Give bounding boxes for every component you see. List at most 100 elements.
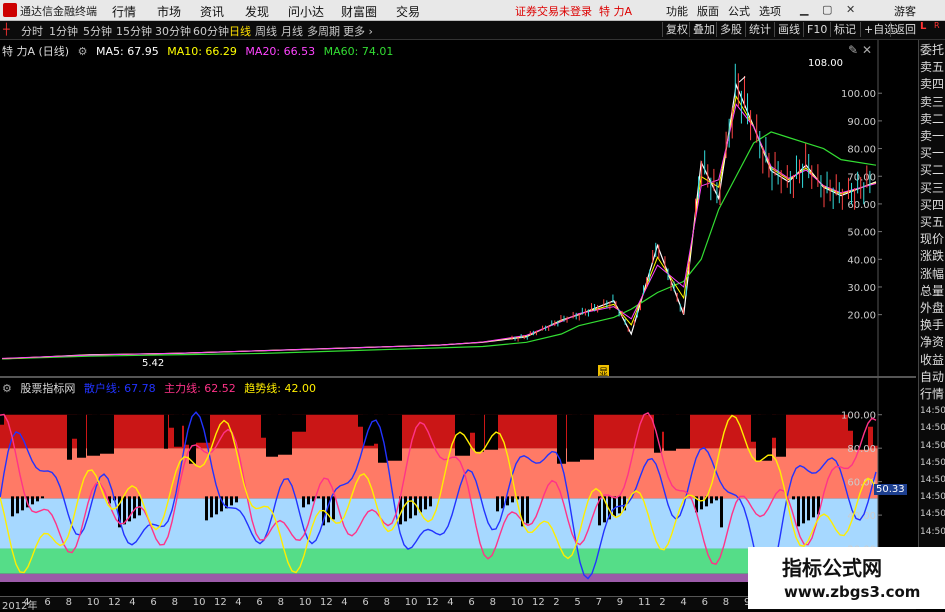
side-item[interactable]: 14:50 — [920, 420, 945, 436]
histogram-gap — [771, 414, 786, 438]
side-item[interactable]: 买一 — [920, 145, 945, 161]
menu-wenxiaoda[interactable]: 问小达 — [288, 3, 324, 20]
watermark-banner: 指标公式网 www.zbgs3.com — [748, 547, 945, 609]
btn-fanhui[interactable]: 返回 — [890, 22, 919, 37]
side-item[interactable]: 14:50 — [920, 438, 945, 454]
btn-f10[interactable]: F10 — [803, 22, 830, 37]
date-tick-label: 4 — [341, 597, 348, 608]
histogram-gap — [807, 496, 810, 521]
date-tick-label: 10 — [192, 597, 206, 608]
main-chart-panel[interactable]: 20.00 30.00 40.00 50.00 60.00 70.00 80.00 90.00… — [0, 40, 916, 378]
side-item[interactable]: 14:50 — [920, 455, 945, 471]
period-1min[interactable]: 1分钟 — [49, 23, 78, 39]
period-fenshi[interactable]: 分时 — [21, 23, 43, 39]
date-tick-label: 12 — [426, 597, 439, 608]
side-item[interactable]: 买三 — [920, 180, 945, 196]
period-monthly[interactable]: 月线 — [281, 23, 303, 39]
histogram-gap — [16, 496, 19, 514]
side-item[interactable]: 外盘 — [920, 300, 945, 316]
date-tick-label: 2 — [659, 597, 666, 608]
menu-hangqing[interactable]: 行情 — [112, 3, 136, 20]
level-r-icon[interactable]: R — [934, 21, 940, 30]
period-weekly[interactable]: 周线 — [255, 23, 277, 39]
period-multi[interactable]: 多周期 — [307, 23, 340, 39]
side-item[interactable]: 净资 — [920, 334, 945, 350]
period-15min[interactable]: 15分钟 — [116, 23, 152, 39]
side-item[interactable]: 行情 — [920, 386, 945, 402]
btn-tongji[interactable]: 统计 — [745, 22, 774, 37]
side-item[interactable]: 总量 — [920, 283, 945, 299]
side-item[interactable]: 自动 — [920, 369, 945, 385]
period-daily[interactable]: 日线 — [229, 23, 251, 39]
price-tick-label: 90.00 — [847, 117, 876, 128]
side-item[interactable]: 委托 — [920, 42, 945, 58]
maximize-icon[interactable]: ▢ — [822, 3, 832, 16]
side-item[interactable]: 卖二 — [920, 111, 945, 127]
period-more[interactable]: 更多 › — [343, 23, 373, 39]
side-item[interactable]: 卖四 — [920, 76, 945, 92]
histogram-gap — [424, 496, 427, 510]
side-item[interactable]: 卖三 — [920, 94, 945, 110]
side-item[interactable]: 14:50 — [920, 506, 945, 522]
indicator-settings-icon[interactable]: ⚙ — [2, 382, 12, 395]
side-item[interactable]: 14:50 — [920, 472, 945, 488]
close-icon[interactable]: ✕ — [846, 3, 855, 16]
date-tick-label: 12 — [320, 597, 333, 608]
menu-gongshi[interactable]: 公式 — [728, 3, 750, 19]
side-item[interactable]: 涨跌 — [920, 248, 945, 264]
menu-banmian[interactable]: 版面 — [697, 3, 719, 19]
menu-caifuquan[interactable]: 财富圈 — [341, 3, 377, 20]
date-tick-label: 10 — [298, 597, 312, 608]
login-warning: 证券交易未登录 特 力A — [515, 5, 633, 18]
main-chart[interactable]: 20.0030.0040.0050.0060.0070.0080.0090.00… — [0, 40, 916, 376]
side-item[interactable]: 14:50 — [920, 524, 945, 540]
period-30min[interactable]: 30分钟 — [155, 23, 191, 39]
date-tick-label: 4 — [129, 597, 136, 608]
menu-faxian[interactable]: 发现 — [245, 3, 269, 20]
menu-shichang[interactable]: 市场 — [157, 3, 181, 20]
side-item[interactable]: 卖一 — [920, 128, 945, 144]
period-toolbar: ┼ 分时 1分钟 5分钟 15分钟 30分钟 60分钟 日线 周线 月线 多周期… — [0, 21, 945, 40]
user-guest[interactable]: 游客 — [894, 3, 916, 19]
histogram-gap — [710, 496, 713, 504]
minimize-icon[interactable]: ▁ — [800, 3, 808, 16]
histogram-gap — [526, 496, 529, 524]
btn-duogu[interactable]: 多股 — [716, 22, 745, 37]
side-item[interactable]: 14:50 — [920, 403, 945, 419]
histogram-gap — [404, 496, 407, 522]
retail-line-label: 散户线: 67.78 — [83, 382, 156, 395]
side-item[interactable]: 现价 — [920, 231, 945, 247]
level-l-icon[interactable]: L — [920, 21, 926, 32]
histogram-gap — [87, 414, 100, 456]
side-item[interactable]: 换手 — [920, 317, 945, 333]
side-item[interactable]: 买五 — [920, 214, 945, 230]
period-5min[interactable]: 5分钟 — [83, 23, 112, 39]
histogram-gap — [797, 496, 800, 527]
menu-xuanxiang[interactable]: 选项 — [759, 3, 781, 19]
side-item[interactable]: 买二 — [920, 162, 945, 178]
app-logo-icon — [3, 3, 17, 17]
btn-biaoji[interactable]: 标记 — [830, 22, 859, 37]
chart-tools-icon[interactable]: ✎ — [848, 43, 858, 57]
histogram-gap — [700, 496, 703, 510]
menu-zixun[interactable]: 资讯 — [200, 3, 224, 20]
side-item[interactable]: 涨幅 — [920, 266, 945, 282]
side-item[interactable]: 14:50 — [920, 489, 945, 505]
stock-title: 特 力A (日线) — [2, 45, 70, 58]
settings-gear-icon[interactable]: ⚙ — [78, 45, 88, 58]
histogram-gap — [41, 496, 44, 499]
period-60min[interactable]: 60分钟 — [193, 23, 229, 39]
tool-crosshair-icon[interactable]: ┼ — [3, 23, 10, 36]
side-item[interactable]: 收益 — [920, 352, 945, 368]
series-ma60-line — [1, 131, 877, 360]
side-item[interactable]: 卖五 — [920, 59, 945, 75]
date-tick-label: 8 — [722, 597, 730, 608]
btn-diejia[interactable]: 叠加 — [689, 22, 718, 37]
menu-jiaoyi[interactable]: 交易 — [396, 3, 420, 20]
chart-close-icon[interactable]: ✕ — [862, 43, 872, 57]
menu-gongneng[interactable]: 功能 — [666, 3, 688, 19]
btn-huaxian[interactable]: 画线 — [774, 22, 803, 37]
btn-fuquan[interactable]: 复权 — [662, 22, 691, 37]
histogram-gap — [332, 496, 335, 520]
side-item[interactable]: 买四 — [920, 197, 945, 213]
